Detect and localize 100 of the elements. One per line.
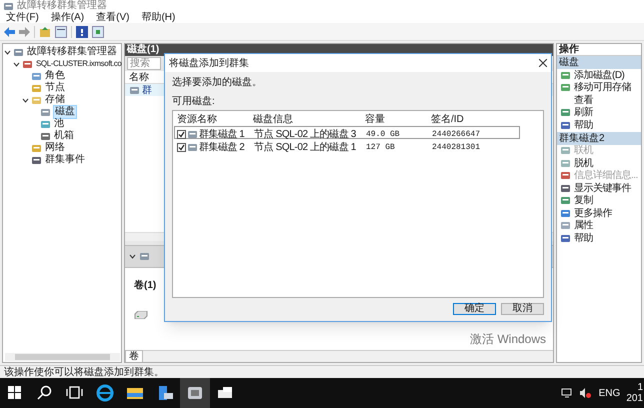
- chevron-icon[interactable]: [22, 96, 29, 104]
- action-link[interactable]: 添加磁盘(D): [574, 68, 624, 83]
- table-cell-text: 群集磁盘 2: [199, 141, 244, 155]
- tree-item[interactable]: 机箱: [53, 130, 75, 142]
- tree-item[interactable]: 网络: [44, 142, 66, 154]
- action-link[interactable]: 帮助: [574, 118, 593, 133]
- action-link[interactable]: 显示关键事件: [574, 180, 631, 196]
- action-link[interactable]: 帮助: [574, 230, 593, 246]
- table-cell-text: 127 GB: [365, 142, 396, 154]
- action-icon: [560, 182, 571, 194]
- chevron-icon[interactable]: [4, 48, 11, 56]
- back-icon[interactable]: [4, 26, 15, 36]
- table-cell-text: 49.0 GB: [365, 128, 401, 140]
- group-header[interactable]: 磁盘: [557, 56, 641, 69]
- table-cell-text: 群: [142, 84, 152, 98]
- clock-text[interactable]: 1: [637, 382, 643, 393]
- forward-icon[interactable]: [19, 26, 30, 36]
- dialog-prompt: 选择要添加的磁盘。: [172, 76, 263, 90]
- action-icon: [560, 107, 571, 118]
- tree-node-icon: [31, 82, 42, 94]
- action-icon: [560, 120, 571, 131]
- table-cell-text: 2440266647: [431, 128, 482, 140]
- tree-node-icon: [22, 58, 33, 70]
- panel-icon[interactable]: [55, 26, 67, 38]
- column-header[interactable]: 资源名称: [174, 112, 250, 127]
- tree-item[interactable]: SQL-CLUSTER.ixmsoft.co: [35, 58, 122, 70]
- dialog-button[interactable]: 取消: [501, 303, 544, 315]
- chevron-icon[interactable]: [13, 60, 20, 68]
- checkbox[interactable]: [177, 130, 186, 139]
- language-indicator[interactable]: ENG: [598, 386, 620, 400]
- menu-item[interactable]: 查看(V): [96, 12, 130, 23]
- tree-item[interactable]: 池: [53, 118, 65, 130]
- folder-up-icon[interactable]: [39, 26, 51, 38]
- tree-node-icon: [31, 154, 42, 166]
- clock-text[interactable]: 201: [626, 393, 643, 404]
- action-icon: [560, 195, 571, 206]
- dialog-title: 将磁盘添加到群集: [169, 56, 249, 70]
- table-cell-text: 2440281301: [431, 142, 482, 154]
- tree-node-icon: [40, 106, 51, 118]
- action-icon: [560, 170, 571, 182]
- action-link[interactable]: 脱机: [574, 156, 593, 171]
- column-header[interactable]: 磁盘信息: [250, 112, 362, 127]
- action-icon: [560, 232, 571, 244]
- tree-item[interactable]: 群集事件: [44, 154, 86, 166]
- panel-icon[interactable]: [92, 26, 104, 38]
- column-header[interactable]: 签名/ID: [428, 112, 518, 127]
- activation-text: 激活 Windows: [470, 331, 546, 348]
- menu-item[interactable]: 操作(A): [50, 12, 84, 23]
- action-icon: [560, 145, 571, 156]
- tab[interactable]: 卷: [125, 350, 143, 362]
- close-icon[interactable]: [539, 59, 547, 67]
- action-link[interactable]: 刷新: [574, 105, 593, 120]
- action-link[interactable]: 查看: [574, 92, 593, 108]
- table-cell-text: 节点 SQL-02 上的磁盘 1: [253, 142, 357, 154]
- status-text: 该操作使你可以将磁盘添加到群集。: [4, 366, 164, 380]
- tree-node-icon: [31, 94, 42, 106]
- action-icon: [560, 158, 571, 169]
- column-header[interactable]: 容量: [362, 112, 428, 127]
- taskbar-button[interactable]: [180, 378, 210, 408]
- chevron-icon[interactable]: [129, 253, 136, 260]
- tree-item[interactable]: 故障转移群集管理器: [26, 46, 118, 58]
- network-icon[interactable]: [560, 388, 573, 398]
- group-title: 群集磁盘2: [559, 132, 605, 144]
- action-icon: [560, 82, 571, 94]
- disk-row[interactable]: 群集磁盘 1 节点 SQL-02 上的磁盘 3 49.0 GB 2440266647: [174, 126, 520, 139]
- tree-item[interactable]: 磁盘: [53, 105, 77, 119]
- action-icon: [560, 70, 571, 81]
- tree-node-icon: [31, 142, 42, 154]
- action-link[interactable]: 更多操作: [574, 206, 612, 221]
- speaker-muted-icon[interactable]: [578, 388, 591, 398]
- tree-node-icon: [13, 46, 24, 58]
- action-link[interactable]: 属性: [574, 218, 593, 234]
- tree-item[interactable]: 节点: [44, 82, 66, 94]
- action-icon: [560, 220, 571, 232]
- action-link[interactable]: 移动可用存储: [574, 80, 631, 96]
- menu-item[interactable]: 帮助(H): [141, 12, 176, 23]
- group-header[interactable]: 群集磁盘2: [557, 132, 641, 144]
- table-cell-text: 群集磁盘 1: [199, 128, 244, 142]
- tree-item[interactable]: 存储: [44, 94, 66, 106]
- dialog-button[interactable]: 确定: [453, 303, 496, 315]
- menu-item[interactable]: 文件(F): [6, 12, 39, 23]
- tree-node-icon: [40, 118, 51, 130]
- volume-count: 卷(1): [134, 278, 158, 293]
- action-link[interactable]: 复制: [574, 193, 593, 208]
- table-cell-text: 节点 SQL-02 上的磁盘 3: [253, 128, 357, 140]
- tree-item[interactable]: 角色: [44, 70, 66, 82]
- list-label: 可用磁盘:: [172, 95, 216, 109]
- panel-title: 磁盘(1): [127, 44, 160, 56]
- search-field[interactable]: 搜索: [127, 57, 161, 70]
- disk-row[interactable]: 群集磁盘 2 节点 SQL-02 上的磁盘 1 127 GB 2440281301: [174, 139, 520, 152]
- actions-title: 操作: [559, 42, 579, 57]
- action-icon: [560, 208, 571, 219]
- scrollbar[interactable]: [5, 353, 120, 361]
- checkbox[interactable]: [177, 143, 186, 152]
- tree-node-icon: [31, 70, 42, 82]
- tree-node-icon: [40, 130, 51, 142]
- drive-icon: [134, 311, 148, 319]
- column-header[interactable]: 名称: [129, 70, 149, 84]
- group-title: 磁盘: [559, 56, 579, 69]
- browser-icon: [95, 383, 115, 403]
